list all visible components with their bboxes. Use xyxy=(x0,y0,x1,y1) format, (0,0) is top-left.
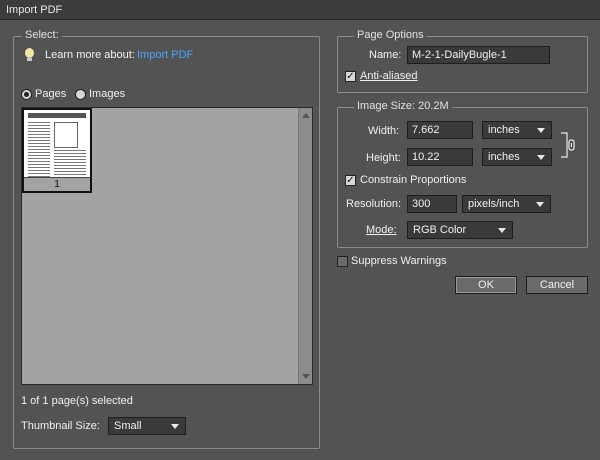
thumbnail-size-label: Thumbnail Size: xyxy=(21,420,100,432)
link-proportions-icon xyxy=(561,132,575,158)
title-bar: Import PDF xyxy=(0,0,600,20)
resolution-unit-select[interactable]: pixels/inch xyxy=(462,195,551,213)
mode-select[interactable]: RGB Color xyxy=(407,221,513,239)
height-unit-select[interactable]: inches xyxy=(482,148,552,166)
thumbnail-page-number: 1 xyxy=(24,177,90,191)
page-options-group: Page Options xyxy=(337,29,588,93)
learn-more-label: Learn more about: xyxy=(45,49,135,61)
width-unit-select[interactable]: inches xyxy=(482,121,552,139)
anti-aliased-checkbox[interactable]: ✓ xyxy=(345,71,356,82)
chevron-down-icon xyxy=(171,424,179,429)
images-radio[interactable] xyxy=(75,89,86,100)
width-field[interactable] xyxy=(407,121,473,139)
height-field[interactable] xyxy=(407,148,473,166)
thumbnail-area[interactable]: 1 xyxy=(21,107,313,385)
page-options-legend: Page Options xyxy=(354,29,427,41)
anti-aliased-label[interactable]: Anti-aliased xyxy=(360,70,417,82)
mode-value: RGB Color xyxy=(413,224,467,236)
cancel-button[interactable]: Cancel xyxy=(526,276,588,294)
chevron-down-icon xyxy=(536,202,544,207)
chevron-down-icon xyxy=(537,155,545,160)
images-radio-label[interactable]: Images xyxy=(89,88,125,100)
name-field[interactable] xyxy=(407,46,550,64)
suppress-warnings-label[interactable]: Suppress Warnings xyxy=(351,255,447,267)
thumbnail-size-select[interactable]: Small xyxy=(108,417,186,435)
scroll-down-icon[interactable] xyxy=(302,374,310,379)
width-label: Width: xyxy=(368,125,400,137)
select-legend: Select: xyxy=(22,29,62,41)
constrain-proportions-label[interactable]: Constrain Proportions xyxy=(360,174,466,186)
resolution-label: Resolution: xyxy=(346,198,402,210)
suppress-warnings-checkbox[interactable] xyxy=(337,256,348,267)
resolution-field[interactable] xyxy=(407,195,457,213)
chevron-down-icon xyxy=(498,228,506,233)
newspaper-masthead xyxy=(28,113,86,118)
chevron-down-icon xyxy=(537,128,545,133)
window-title: Import PDF xyxy=(6,4,63,16)
height-unit-value: inches xyxy=(488,151,520,163)
lightbulb-icon xyxy=(25,48,34,61)
height-label: Height: xyxy=(366,152,401,164)
mode-label: Mode: xyxy=(366,224,397,236)
resolution-unit-value: pixels/inch xyxy=(468,198,520,210)
width-unit-value: inches xyxy=(488,124,520,136)
pages-radio-label[interactable]: Pages xyxy=(35,88,66,100)
pages-radio[interactable] xyxy=(21,89,32,100)
selection-status: 1 of 1 page(s) selected xyxy=(21,395,133,407)
constrain-proportions-checkbox[interactable]: ✓ xyxy=(345,175,356,186)
image-size-legend: Image Size: 20.2M xyxy=(354,100,452,112)
thumbnail-size-value: Small xyxy=(114,420,142,432)
scroll-up-icon[interactable] xyxy=(302,113,310,118)
ok-button[interactable]: OK xyxy=(455,276,517,294)
newspaper-column xyxy=(54,150,86,177)
vertical-scrollbar[interactable] xyxy=(298,108,312,384)
import-pdf-link[interactable]: Import PDF xyxy=(137,49,193,61)
name-label: Name: xyxy=(369,49,402,61)
page-thumbnail[interactable]: 1 xyxy=(22,108,92,193)
newspaper-column xyxy=(28,122,50,177)
newspaper-photo xyxy=(54,122,78,148)
